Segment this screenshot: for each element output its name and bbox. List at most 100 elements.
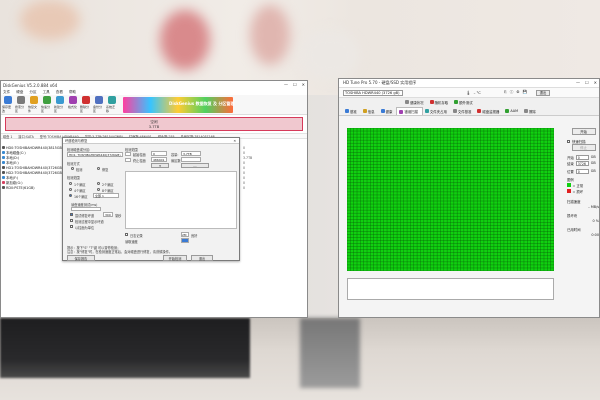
backup-partition-button[interactable]: 备份分区 (93, 96, 104, 113)
disk-icon (2, 166, 5, 169)
sector-count-field[interactable] (181, 157, 201, 162)
tree-item[interactable]: RD0:PSTE(61GB) (1, 185, 67, 190)
tab-5[interactable]: 健康 (379, 107, 397, 115)
opt-4-radio[interactable] (97, 188, 100, 191)
note-2: 注意：按"修复"时，在检测速度正常后，会对磁盘进行修复，请谨慎操作。 (67, 250, 172, 254)
save-icon[interactable]: 💾 (523, 90, 527, 95)
tab-label: 基准 (350, 109, 357, 114)
recover-files-button[interactable]: 恢复文件 (28, 96, 39, 113)
tree-item[interactable]: HD1:TOSHIBAHDWR440(3726GB) (1, 165, 67, 170)
tab-label: 错误扫描 (404, 110, 418, 114)
start-button[interactable]: 开始 (571, 128, 596, 135)
repair-checkbox[interactable] (70, 213, 73, 216)
info-icon[interactable]: ⓘ (510, 90, 514, 95)
tab-1[interactable]: 随机存取 (428, 98, 453, 106)
format-button[interactable]: 格式化 (67, 96, 78, 113)
recover-icon (29, 96, 38, 104)
tab-11[interactable]: 擦除 (522, 107, 540, 115)
position-field[interactable]: 0 (575, 168, 589, 174)
menu-partition[interactable]: 分区 (29, 90, 36, 95)
opt-2-radio[interactable] (97, 182, 100, 185)
tab-10[interactable]: AAM (503, 107, 522, 115)
tab-0[interactable]: 健康状况 (403, 98, 428, 106)
copy-icon[interactable]: ⎘ (504, 90, 507, 95)
exit-button[interactable]: 退出 (536, 89, 550, 96)
tab-6[interactable]: 错误扫描 (396, 107, 423, 115)
temperature: – °C (473, 90, 481, 95)
delete-icon (81, 96, 90, 104)
minimize-icon[interactable]: — (576, 80, 580, 85)
tab-3[interactable]: 基准 (343, 107, 361, 115)
menu-view[interactable]: 查看 (56, 90, 63, 95)
options-icon[interactable]: ⚙ (516, 90, 519, 95)
show-bad-checkbox[interactable] (70, 219, 73, 222)
tab-8[interactable]: 文件基准 (451, 107, 476, 115)
disk-icon (2, 181, 5, 184)
tab-4[interactable]: 信息 (361, 107, 379, 115)
tab-7[interactable]: 文件夹占用 (423, 107, 451, 115)
close-icon[interactable]: ✕ (594, 80, 597, 85)
exit-button[interactable]: 退出 (191, 255, 213, 261)
maximize-icon[interactable]: ☐ (293, 82, 297, 87)
tab-2[interactable]: 额外测试 (452, 98, 477, 106)
tab-9[interactable]: 磁盘监视器 (475, 107, 503, 115)
menu-tools[interactable]: 工具 (43, 90, 50, 95)
delete-partition-button[interactable]: 删除分区 (80, 96, 91, 113)
window-title: HD Tune Pro 5.70 - 硬盘/SSD 实用程序 (343, 80, 417, 85)
start-field[interactable]: 0 (575, 154, 589, 160)
legend-title: 图例 (567, 177, 574, 182)
drive-bar: TOSHIBA HDWR440 (3726 gB) 🌡 – °C ⎘ ⓘ ⚙ 💾… (339, 88, 599, 98)
timeout-field[interactable]: 300 (103, 212, 113, 217)
unallocated-size: 3.7TB (148, 124, 160, 129)
detail-value: 0 (243, 145, 246, 150)
maximize-icon[interactable]: ☐ (585, 80, 589, 85)
menu-file[interactable]: 文件 (3, 90, 10, 95)
range-label: 检测范围 (67, 176, 80, 180)
select-range-button[interactable]: … (181, 163, 209, 168)
disk-select[interactable]: HD1: TOSHIBAHDWR440(3726GB) (67, 152, 123, 157)
disk-tree: HD0:TOSHIBAHDWR440(3815GB) 本地磁盘(C:) 本地(D:)… (1, 145, 67, 315)
promo-banner[interactable]: DiskGenius 数据恢复 及 分区管理 (123, 96, 234, 113)
opt-1-radio[interactable] (69, 182, 72, 185)
close-icon[interactable]: ✕ (302, 82, 305, 87)
tree-item-label: 本地(E:) (6, 161, 19, 165)
start-scan-button[interactable]: 开始检测 (163, 255, 187, 261)
opt-3-radio[interactable] (69, 188, 72, 191)
menu-help[interactable]: 帮助 (69, 90, 76, 95)
tree-item-label: HD2:TOSHIBAHDWR440(3726GB) (6, 170, 64, 175)
log-checkbox[interactable] (125, 233, 128, 236)
tab-label: 擦除 (529, 109, 536, 114)
minimize-icon[interactable]: — (284, 82, 288, 87)
tree-item-label: 新加卷(G:) (6, 181, 23, 185)
save-report-button[interactable]: 保存报告 (67, 255, 95, 261)
menu-disk[interactable]: 硬盘 (16, 90, 23, 95)
speed-field[interactable] (71, 207, 101, 211)
opt-5-radio[interactable] (69, 194, 72, 197)
sector-select[interactable]: 全部 1 (93, 193, 119, 198)
mode-repair-radio[interactable] (97, 167, 100, 170)
drive-select[interactable]: TOSHIBA HDWR440 (3726 gB) (343, 89, 403, 96)
to-swatch (125, 158, 131, 162)
elapsed-value: 0:00 (591, 233, 599, 237)
tab-icon (429, 100, 434, 104)
stop-button[interactable]: 停止 (571, 144, 596, 151)
unallocated-bar[interactable]: 空闲 3.7TB (5, 117, 303, 131)
detail-row: 0 (241, 185, 307, 190)
end-field[interactable]: 3726 (575, 160, 589, 166)
detail-value: 3.7TB (243, 155, 253, 160)
cylinder-checkbox[interactable] (70, 225, 73, 228)
migrate-system-button[interactable]: 系统迁移 (106, 96, 117, 113)
quick-partition-button[interactable]: 快速分区 (41, 96, 52, 113)
search-partition-button[interactable]: 搜索分区 (15, 96, 26, 113)
tab-label: 健康 (385, 109, 393, 114)
cylinder-to-field[interactable]: 486401 (151, 157, 167, 162)
size-field[interactable]: 3.7TB (181, 151, 201, 156)
toolbar: 保存更改 搜索分区 恢复文件 快速分区 新建分区 格式化 删除分区 备份分区 系… (1, 95, 307, 115)
new-partition-button[interactable]: 新建分区 (54, 96, 65, 113)
quick-scan-checkbox[interactable] (567, 139, 570, 143)
cylinder-from-field[interactable]: 0 (151, 151, 167, 156)
reset-button[interactable]: ▾ (151, 163, 169, 168)
save-button[interactable]: 保存更改 (2, 96, 13, 113)
dialog-close-icon[interactable]: ✕ (233, 139, 236, 143)
mode-check-radio[interactable] (71, 167, 74, 170)
